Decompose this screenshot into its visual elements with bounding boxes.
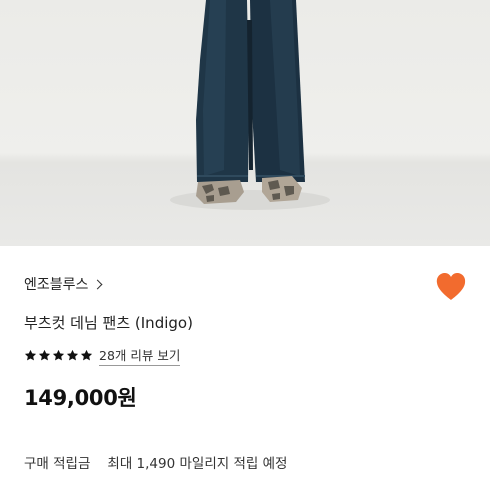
heart-icon[interactable]: [435, 272, 467, 302]
review-link[interactable]: 28개 리뷰 보기: [99, 345, 181, 366]
product-photo-jeans: [170, 0, 330, 210]
points-value: 최대 1,490 마일리지 적립 예정: [107, 456, 288, 472]
star-icon: [80, 349, 93, 361]
star-icon: [24, 349, 37, 361]
brand-name: 엔조블루스: [24, 277, 89, 293]
star-icon: [52, 349, 65, 361]
product-price: 149,000원: [24, 386, 137, 410]
star-icon: [38, 349, 51, 361]
star-icon: [66, 349, 79, 361]
product-image[interactable]: [0, 0, 490, 246]
star-rating: [24, 349, 93, 362]
product-title: 부츠컷 데님 팬츠 (Indigo): [24, 314, 193, 332]
rating-row: 28개 리뷰 보기: [24, 345, 181, 366]
points-row: 구매 적립금 최대 1,490 마일리지 적립 예정: [24, 452, 287, 472]
points-label: 구매 적립금: [24, 456, 91, 472]
brand-link[interactable]: 엔조블루스: [24, 274, 103, 294]
product-info: 엔조블루스 부츠컷 데님 팬츠 (Indigo) 28개 리뷰 보기 149,0…: [0, 246, 490, 490]
chevron-right-icon: [92, 279, 103, 290]
